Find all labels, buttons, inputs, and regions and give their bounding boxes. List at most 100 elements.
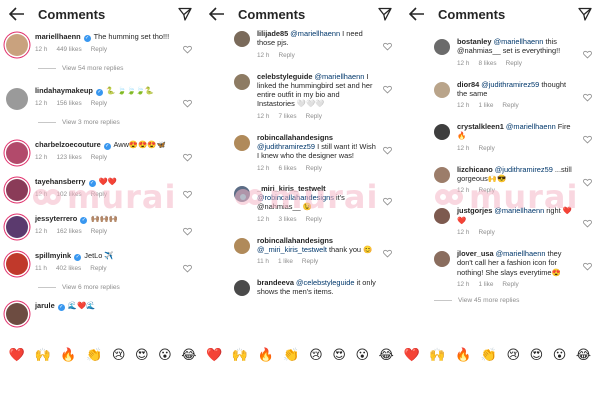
- reply-button[interactable]: Reply: [302, 258, 318, 265]
- emoji-laughing[interactable]: 😂: [379, 348, 394, 364]
- comment-username[interactable]: lilijade85: [257, 29, 288, 38]
- emoji-clap[interactable]: 👏: [283, 348, 299, 364]
- emoji-surprised[interactable]: 😮: [158, 348, 172, 364]
- reply-button[interactable]: Reply: [478, 229, 494, 236]
- emoji-raised-hands[interactable]: 🙌: [232, 348, 248, 364]
- avatar[interactable]: [6, 179, 28, 201]
- avatar[interactable]: [434, 166, 450, 183]
- like-heart-icon[interactable]: [583, 46, 592, 59]
- reply-button[interactable]: Reply: [91, 46, 107, 53]
- mention-link[interactable]: @mariellhaenn: [494, 37, 544, 46]
- emoji-raised-hands[interactable]: 🙌: [429, 348, 445, 364]
- comment-username[interactable]: crystalkleen1: [457, 122, 504, 131]
- mention-link[interactable]: @mariellhaenn: [506, 122, 556, 131]
- like-heart-icon[interactable]: [383, 142, 392, 155]
- like-heart-icon[interactable]: [383, 81, 392, 94]
- reply-button[interactable]: Reply: [478, 145, 494, 152]
- emoji-crying[interactable]: 😢: [112, 348, 126, 364]
- comment-likes[interactable]: 402 likes: [56, 265, 81, 272]
- comment-username[interactable]: bostanley: [457, 37, 492, 46]
- back-arrow-icon[interactable]: [408, 5, 426, 23]
- comment-username[interactable]: jlover_usa: [457, 249, 494, 258]
- emoji-surprised[interactable]: 😮: [553, 348, 567, 364]
- comment-likes[interactable]: 449 likes: [56, 46, 81, 53]
- like-heart-icon[interactable]: [183, 41, 192, 54]
- mention-link[interactable]: @_miri_kiris_testwelt: [257, 245, 327, 254]
- comment-likes[interactable]: 102 likes: [56, 191, 81, 198]
- reply-button[interactable]: Reply: [306, 165, 322, 172]
- comment-username[interactable]: lindahaymakeup: [35, 86, 93, 95]
- emoji-heart-eyes[interactable]: 😍: [332, 348, 346, 364]
- view-more-replies[interactable]: View 45 more replies: [434, 297, 600, 304]
- comment-username[interactable]: tayehansberry: [35, 177, 86, 186]
- like-heart-icon[interactable]: [183, 186, 192, 199]
- avatar[interactable]: [6, 303, 28, 325]
- avatar[interactable]: [434, 81, 450, 98]
- emoji-clap[interactable]: 👏: [481, 348, 497, 364]
- emoji-fire[interactable]: 🔥: [60, 348, 76, 364]
- emoji-raised-hands[interactable]: 🙌: [35, 348, 51, 364]
- comment-username[interactable]: jarule: [35, 301, 55, 310]
- emoji-heart-eyes[interactable]: 😍: [530, 348, 544, 364]
- avatar[interactable]: [234, 134, 250, 151]
- reply-button[interactable]: Reply: [502, 102, 518, 109]
- reply-button[interactable]: Reply: [91, 228, 107, 235]
- avatar[interactable]: [234, 73, 250, 90]
- comment-username[interactable]: jessyterrero: [35, 214, 77, 223]
- view-more-replies[interactable]: View 3 more replies: [38, 119, 200, 126]
- comment-username[interactable]: brandeeva: [257, 278, 294, 287]
- comment-username[interactable]: lizchicano: [457, 165, 493, 174]
- like-heart-icon[interactable]: [583, 131, 592, 144]
- avatar[interactable]: [6, 216, 28, 238]
- mention-link[interactable]: @mariellhaenn: [315, 72, 365, 81]
- avatar[interactable]: [434, 208, 450, 225]
- comment-likes[interactable]: 156 likes: [56, 100, 81, 107]
- reply-button[interactable]: Reply: [91, 154, 107, 161]
- comment-likes[interactable]: 7 likes: [278, 113, 296, 120]
- reply-button[interactable]: Reply: [278, 52, 294, 59]
- comment-username[interactable]: charbelzoecouture: [35, 140, 101, 149]
- reply-button[interactable]: Reply: [506, 60, 522, 67]
- direct-message-icon[interactable]: [576, 5, 594, 23]
- reply-button[interactable]: Reply: [306, 216, 322, 223]
- back-arrow-icon[interactable]: [208, 5, 226, 23]
- avatar[interactable]: [234, 31, 250, 47]
- emoji-heart-eyes[interactable]: 😍: [135, 348, 149, 364]
- emoji-laughing[interactable]: 😂: [576, 348, 591, 364]
- emoji-heart[interactable]: ❤️: [9, 348, 25, 364]
- comment-likes[interactable]: 123 likes: [56, 154, 81, 161]
- mention-link[interactable]: @judithramirez59: [481, 80, 539, 89]
- direct-message-icon[interactable]: [176, 5, 194, 23]
- back-arrow-icon[interactable]: [8, 5, 26, 23]
- view-more-replies[interactable]: View 54 more replies: [38, 65, 200, 72]
- reply-button[interactable]: Reply: [91, 100, 107, 107]
- like-heart-icon[interactable]: [383, 38, 392, 51]
- like-heart-icon[interactable]: [183, 149, 192, 162]
- emoji-fire[interactable]: 🔥: [455, 348, 471, 364]
- emoji-laughing[interactable]: 😂: [181, 348, 196, 364]
- emoji-fire[interactable]: 🔥: [258, 348, 274, 364]
- mention-link[interactable]: @mariellhaenn: [290, 29, 340, 38]
- avatar[interactable]: [6, 88, 28, 110]
- view-more-replies[interactable]: View 6 more replies: [38, 284, 200, 291]
- avatar[interactable]: [234, 237, 250, 254]
- emoji-crying[interactable]: 😢: [507, 348, 521, 364]
- mention-link[interactable]: @judithramirez59: [257, 142, 315, 151]
- emoji-heart[interactable]: ❤️: [206, 348, 222, 364]
- comment-username[interactable]: robincallahandesigns: [257, 236, 333, 245]
- avatar[interactable]: [234, 280, 250, 297]
- comment-likes[interactable]: 162 likes: [56, 228, 81, 235]
- mention-link[interactable]: @judithramirez59: [495, 165, 553, 174]
- comment-username[interactable]: mariellhaenn: [35, 32, 81, 41]
- avatar[interactable]: [434, 39, 450, 55]
- like-heart-icon[interactable]: [383, 193, 392, 206]
- like-heart-icon[interactable]: [183, 260, 192, 273]
- comment-username[interactable]: dior84: [457, 80, 479, 89]
- like-heart-icon[interactable]: [583, 174, 592, 187]
- reply-button[interactable]: Reply: [306, 113, 322, 120]
- comment-username[interactable]: _miri_kiris_testwelt: [257, 184, 326, 193]
- emoji-heart[interactable]: ❤️: [403, 348, 419, 364]
- reply-button[interactable]: Reply: [502, 281, 518, 288]
- reply-button[interactable]: Reply: [478, 187, 494, 194]
- like-heart-icon[interactable]: [383, 245, 392, 258]
